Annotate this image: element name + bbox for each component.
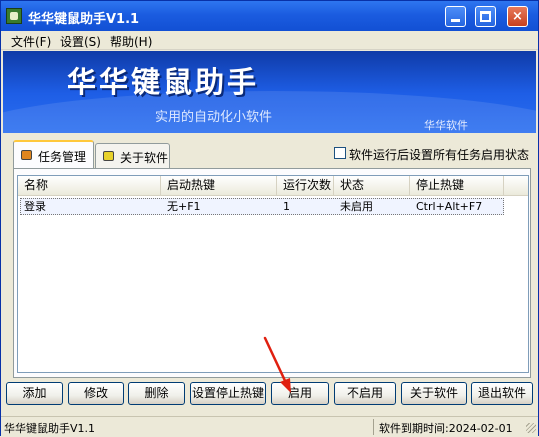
cell-stop-hotkey: Ctrl+Alt+F7 [416,200,483,213]
tab-task-management[interactable]: 任务管理 [13,140,94,169]
cell-status: 未启用 [340,200,373,213]
banner-title: 华华键鼠助手 [67,65,260,99]
menu-file[interactable]: 文件(F) [11,33,51,50]
task-icon [21,150,32,160]
minimize-button[interactable] [445,6,466,27]
column-header-status[interactable]: 状态 [334,176,410,195]
auto-enable-label: 软件运行后设置所有任务启用状态 [349,148,530,162]
edit-button[interactable]: 修改 [68,382,124,405]
header-banner: 华华键鼠助手 实用的自动化小软件 华华软件 [3,51,536,133]
auto-enable-checkbox[interactable] [334,147,346,159]
task-list[interactable]: 名称 启动热键 运行次数 状态 停止热键 登录 无+F1 1 未启用 Ctrl+… [17,175,529,373]
close-button[interactable]: × [507,6,528,27]
menu-settings[interactable]: 设置(S) [60,33,101,50]
banner-subtitle: 实用的自动化小软件 [155,110,273,125]
app-window: 华华键鼠助手V1.1 × 文件(F) 设置(S) 帮助(H) 华华键鼠助手 实用… [0,0,539,436]
window-title: 华华键鼠助手V1.1 [28,12,140,27]
status-app-name: 华华键鼠助手V1.1 [4,422,96,435]
column-header-start-hotkey[interactable]: 启动热键 [161,176,277,195]
banner-brand: 华华软件 [424,119,468,132]
status-bar: 华华键鼠助手V1.1 软件到期时间:2024-02-01 [1,416,538,436]
tab-about[interactable]: 关于软件 [95,143,170,168]
tab-label: 关于软件 [120,151,169,165]
list-header: 名称 启动热键 运行次数 状态 停止热键 [18,176,528,196]
cell-name: 登录 [24,200,46,213]
cell-start-hotkey: 无+F1 [167,200,201,213]
disable-button[interactable]: 不启用 [334,382,396,405]
title-bar[interactable]: 华华键鼠助手V1.1 × [1,1,538,31]
enable-button[interactable]: 启用 [271,382,329,405]
table-row[interactable]: 登录 无+F1 1 未启用 Ctrl+Alt+F7 [20,198,504,215]
minimize-icon [451,19,460,22]
exit-button[interactable]: 退出软件 [471,382,533,405]
status-expiry: 软件到期时间:2024-02-01 [379,422,513,435]
close-icon: × [512,9,523,24]
column-header-name[interactable]: 名称 [18,176,161,195]
maximize-icon [480,11,491,22]
tab-label: 任务管理 [38,150,87,164]
about-icon [103,151,114,161]
menu-bar: 文件(F) 设置(S) 帮助(H) [1,31,538,50]
app-icon [6,8,22,24]
menu-help[interactable]: 帮助(H) [110,33,152,50]
status-divider [373,419,374,435]
delete-button[interactable]: 删除 [128,382,185,405]
set-stop-hotkey-button[interactable]: 设置停止热键 [190,382,266,405]
add-button[interactable]: 添加 [6,382,63,405]
about-button[interactable]: 关于软件 [401,382,467,405]
maximize-button[interactable] [475,6,496,27]
column-header-run-count[interactable]: 运行次数 [277,176,334,195]
column-header-stop-hotkey[interactable]: 停止热键 [410,176,504,195]
resize-grip-icon[interactable] [526,423,536,433]
cell-run-count: 1 [283,200,290,213]
